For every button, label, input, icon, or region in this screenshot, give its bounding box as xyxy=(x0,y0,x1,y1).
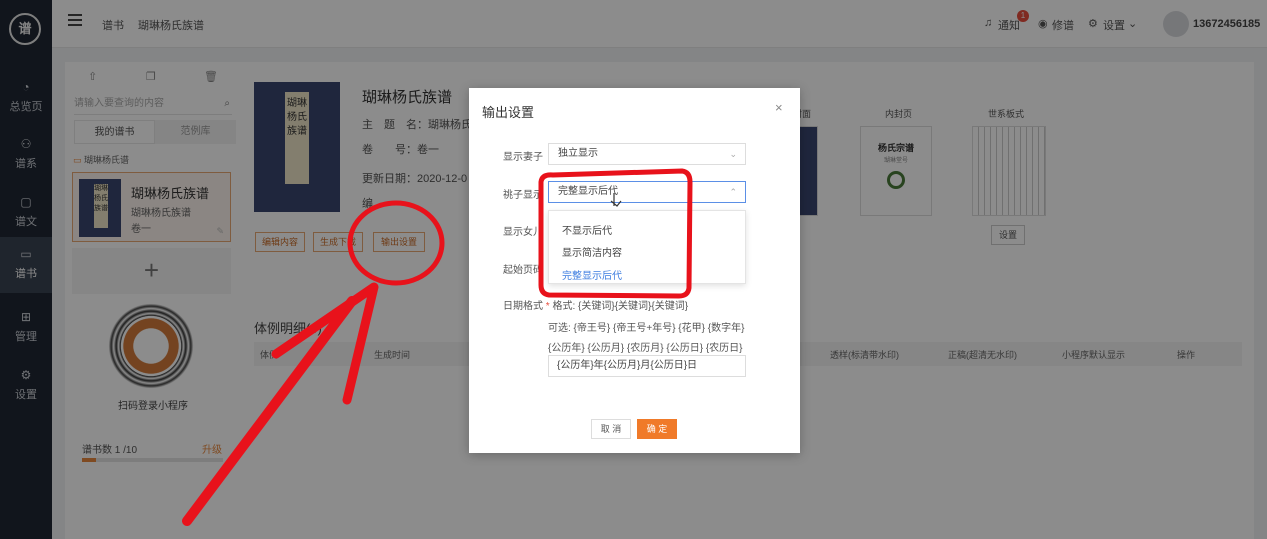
chevron-up-icon: ⌃ xyxy=(729,187,737,197)
chevron-down-icon: ⌄ xyxy=(729,149,737,159)
date-format-line: 格式: {关键词}{关键词}{关键词} xyxy=(552,301,689,312)
start-page-label: 起始页码 xyxy=(503,265,543,276)
step-son-value: 完整显示后代 xyxy=(558,186,618,197)
daughter-label: 显示女儿 xyxy=(503,227,543,238)
dropdown-option-selected[interactable]: 完整显示后代 xyxy=(562,267,622,282)
spouse-label: 显示妻子 xyxy=(503,152,543,163)
date-options-line: 可选: {帝王号} {帝王号+年号} {花甲} {数字年} xyxy=(548,323,745,334)
output-settings-dialog: 输出设置 × 显示妻子 独立显示 ⌄ 祧子显示 完整显示后代 ⌃ 显示女儿 起始… xyxy=(469,88,800,453)
step-son-select[interactable]: 完整显示后代 ⌃ xyxy=(548,181,746,203)
dropdown-option[interactable]: 显示简洁内容 xyxy=(562,244,622,259)
cancel-button[interactable]: 取 消 xyxy=(591,419,631,439)
step-son-dropdown: 不显示后代 显示简洁内容 完整显示后代 xyxy=(548,210,746,284)
step-son-label: 祧子显示 xyxy=(503,190,543,201)
date-format-label: 日期格式 * 格式: {关键词}{关键词}{关键词} xyxy=(503,301,689,312)
date-format-input[interactable]: {公历年}年{公历月}月{公历日}日 xyxy=(548,355,746,377)
dialog-title: 输出设置 xyxy=(482,105,535,120)
dropdown-option[interactable]: 不显示后代 xyxy=(562,222,612,237)
ok-button[interactable]: 确 定 xyxy=(637,419,677,439)
date-label: 日期格式 xyxy=(503,301,543,312)
spouse-select[interactable]: 独立显示 ⌄ xyxy=(548,143,746,165)
date-options-line: {公历年} {公历月} {农历月} {公历日} {农历日} xyxy=(548,343,743,354)
spouse-value: 独立显示 xyxy=(558,148,598,159)
close-icon[interactable]: × xyxy=(775,100,783,115)
